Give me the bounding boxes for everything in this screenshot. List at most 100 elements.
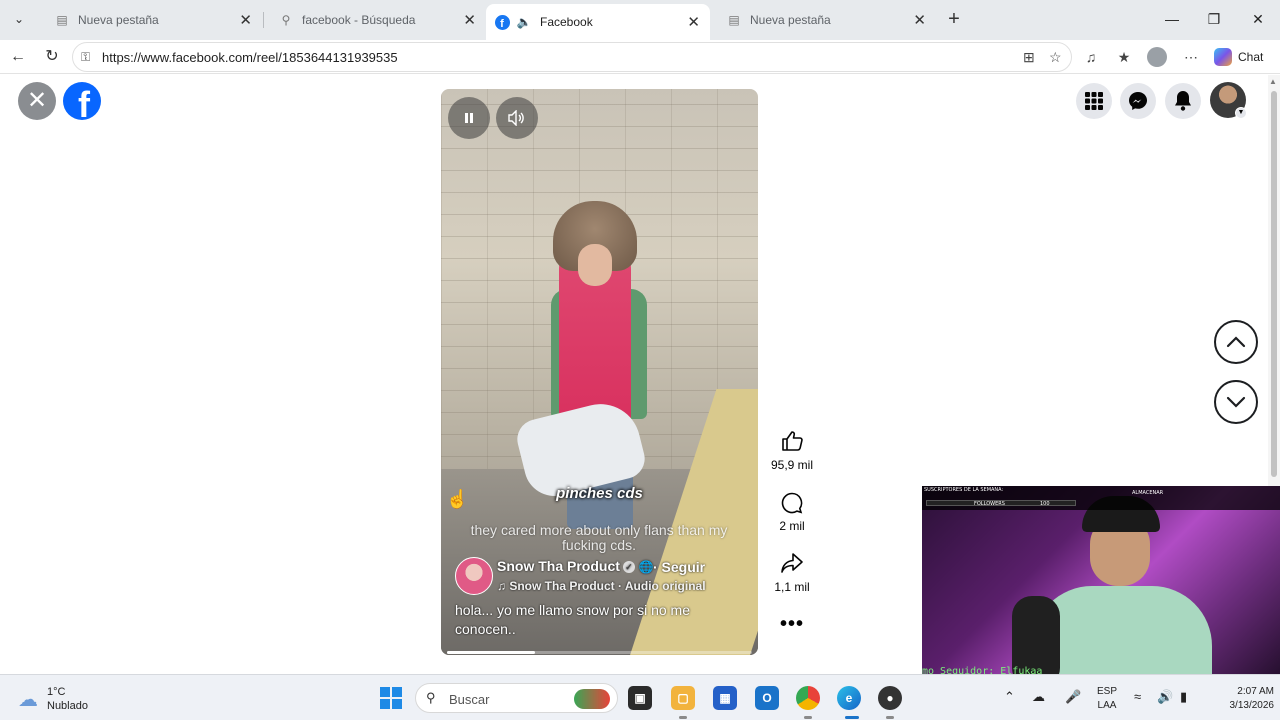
weather-temperature[interactable]: 1°C <box>47 686 65 698</box>
show-hidden-icons-chevron-up-icon[interactable]: ⌃ <box>1004 689 1015 705</box>
more-options-icon[interactable]: ••• <box>776 613 808 636</box>
comment-count: 2 mil <box>779 519 805 533</box>
tab-title: facebook - Búsqueda <box>302 13 416 27</box>
onedrive-cloud-icon[interactable]: ☁ <box>1032 689 1045 705</box>
tab-new-tab-1[interactable]: ▤ Nueva pestaña ✕ <box>40 6 262 34</box>
like-count: 95,9 mil <box>770 458 814 472</box>
restore-button[interactable]: ❐ <box>1194 6 1234 32</box>
active-indicator <box>845 716 859 719</box>
address-bar[interactable]: ⚿ https://www.facebook.com/reel/18536441… <box>72 42 1072 72</box>
search-icon: ⚲ <box>281 13 291 27</box>
browser-profile-icon[interactable] <box>1147 47 1167 67</box>
volume-icon[interactable]: 🔊 <box>1157 689 1173 705</box>
like-thumb-icon <box>762 430 822 456</box>
cloud-weather-icon[interactable]: ☁ <box>18 687 38 712</box>
tab-actions-menu-button[interactable]: ⌄ <box>6 6 32 32</box>
mouse-cursor-icon: ☝ <box>446 489 469 509</box>
next-reel-chevron-down-icon[interactable] <box>1214 380 1258 424</box>
reel-video[interactable]: pinches cds they cared more about only f… <box>441 89 758 655</box>
reload-button[interactable]: ↻ <box>39 44 65 70</box>
chat-label: Chat <box>1238 50 1264 64</box>
wifi-icon[interactable]: ≈ <box>1134 689 1141 704</box>
close-tab-icon[interactable]: ✕ <box>913 11 926 29</box>
pause-button[interactable] <box>448 97 490 139</box>
tab-facebook[interactable]: f 🔈 Facebook ✕ <box>486 4 710 40</box>
account-chevron-down-icon[interactable]: ▼ <box>1235 107 1247 119</box>
more-menu-icon[interactable]: ⋯ <box>1180 46 1202 68</box>
previous-reel-chevron-up-icon[interactable] <box>1214 320 1258 364</box>
video-caption-subtitle: they cared more about only flans than my… <box>470 522 728 553</box>
tab-title: Nueva pestaña <box>750 13 831 27</box>
keyboard-language[interactable]: ESP LAA <box>1097 685 1117 713</box>
audio-link[interactable]: ♫ Snow Tha Product · Audio original <box>497 579 706 593</box>
microsoft-store-icon[interactable]: ▦ <box>713 686 737 710</box>
minimize-button[interactable]: — <box>1152 6 1192 32</box>
page-icon: ▤ <box>728 13 740 27</box>
task-view-icon[interactable]: ▣ <box>628 686 652 710</box>
share-button[interactable]: 1,1 mil <box>762 552 822 594</box>
tab-facebook-search[interactable]: ⚲ facebook - Búsqueda ✕ <box>264 6 486 34</box>
video-progress-bar[interactable] <box>447 651 752 654</box>
favorites-icon[interactable]: ★ <box>1113 46 1135 68</box>
clock-time: 2:07 AM <box>1237 686 1274 697</box>
comment-bubble-icon <box>762 491 822 517</box>
tab-title: Nueva pestaña <box>78 13 159 27</box>
file-explorer-icon[interactable]: ▢ <box>671 686 695 710</box>
site-info-icon[interactable]: ⚿ <box>81 50 90 65</box>
new-tab-button[interactable]: + <box>942 6 966 32</box>
verified-badge-icon: ✓ <box>622 561 635 573</box>
page-icon: ▤ <box>56 13 68 27</box>
taskbar-search-box[interactable]: ⚲ Buscar <box>415 683 618 713</box>
scroll-up-arrow-icon[interactable]: ▲ <box>1269 77 1277 86</box>
video-caption-highlight: pinches cds <box>556 485 643 502</box>
clock-date: 3/13/2026 <box>1229 700 1275 711</box>
stream-hud: SUSCRIPTORES DE LA SEMANA: FOLLOWERS 100… <box>922 486 1280 510</box>
url-text[interactable]: https://www.facebook.com/reel/1853644131… <box>102 50 398 65</box>
favorite-star-icon[interactable]: ☆ <box>1049 49 1062 66</box>
app-available-icon[interactable]: ⊞ <box>1023 49 1035 66</box>
volume-icon[interactable] <box>496 97 538 139</box>
comment-button[interactable]: 2 mil <box>762 491 822 533</box>
outlook-icon[interactable]: O <box>755 686 779 710</box>
start-windows-icon[interactable] <box>380 687 402 709</box>
tab-strip: ⌄ ▤ Nueva pestaña ✕ ⚲ facebook - Búsqued… <box>0 0 1280 40</box>
search-highlight-icon <box>574 689 610 709</box>
battery-icon[interactable]: ▮ <box>1180 689 1187 705</box>
copilot-chat-button[interactable]: Chat <box>1214 46 1263 68</box>
hud-followers-label: FOLLOWERS <box>974 501 1005 507</box>
hud-followers-count: 100 <box>1040 501 1050 507</box>
close-tab-icon[interactable]: ✕ <box>463 11 476 29</box>
close-tab-icon[interactable]: ✕ <box>687 13 700 31</box>
speaker-icon[interactable]: 🔈 <box>516 14 532 30</box>
messenger-icon[interactable] <box>1120 83 1156 119</box>
scrollbar-thumb[interactable] <box>1271 91 1277 477</box>
weather-description[interactable]: Nublado <box>47 700 88 712</box>
tab-new-tab-2[interactable]: ▤ Nueva pestaña ✕ <box>712 6 936 34</box>
follow-button[interactable]: · Seguir <box>653 559 705 575</box>
obs-icon[interactable]: ● <box>878 686 902 710</box>
close-tab-icon[interactable]: ✕ <box>239 11 252 29</box>
microphone-icon[interactable]: 🎤 <box>1065 689 1081 705</box>
running-indicator <box>886 716 894 719</box>
author-avatar[interactable] <box>455 557 493 595</box>
close-reel-button[interactable]: ✕ <box>18 82 56 120</box>
copilot-icon <box>1214 48 1232 66</box>
facebook-logo-icon[interactable]: f <box>63 82 101 120</box>
author-name[interactable]: Snow Tha Product <box>497 558 620 574</box>
reel-description: hola... yo me llamo snow por si no me co… <box>455 602 690 637</box>
chrome-icon[interactable] <box>796 686 820 710</box>
close-window-button[interactable]: ✕ <box>1238 6 1278 32</box>
share-arrow-icon <box>762 552 822 578</box>
back-button[interactable]: ← <box>5 44 31 70</box>
hud-weekly-subs: SUSCRIPTORES DE LA SEMANA: <box>924 487 1004 493</box>
menu-grid-icon[interactable] <box>1076 83 1112 119</box>
globe-icon: 🌐 <box>638 560 654 574</box>
search-placeholder[interactable]: Buscar <box>449 692 489 707</box>
edge-icon[interactable]: e <box>837 686 861 710</box>
media-control-icon[interactable]: ♫ <box>1080 46 1102 68</box>
author-name-link[interactable]: Snow Tha Product ✓ 🌐 <box>497 558 654 574</box>
system-clock[interactable]: 2:07 AM 3/13/2026 <box>1208 685 1275 713</box>
share-count: 1,1 mil <box>774 580 810 594</box>
notifications-bell-icon[interactable] <box>1165 83 1201 119</box>
like-button[interactable]: 95,9 mil <box>762 430 822 472</box>
